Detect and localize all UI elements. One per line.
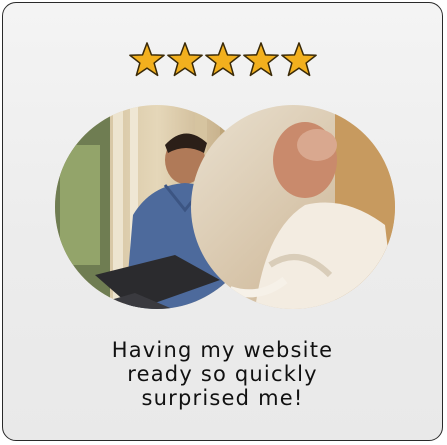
star-icon [166,42,203,77]
quote-line: Having my website [111,338,334,362]
quote-line: surprised me! [141,386,304,410]
star-icon [128,42,165,77]
testimonial-card: Having my website ready so quickly surpr… [2,2,443,441]
star-rating [3,41,442,79]
quote-line: ready so quickly [127,362,318,386]
star-icon [280,42,317,77]
customer-photo [55,105,395,309]
testimonial-quote: Having my website ready so quickly surpr… [23,338,422,410]
star-icon [204,42,241,77]
star-icon [242,42,279,77]
